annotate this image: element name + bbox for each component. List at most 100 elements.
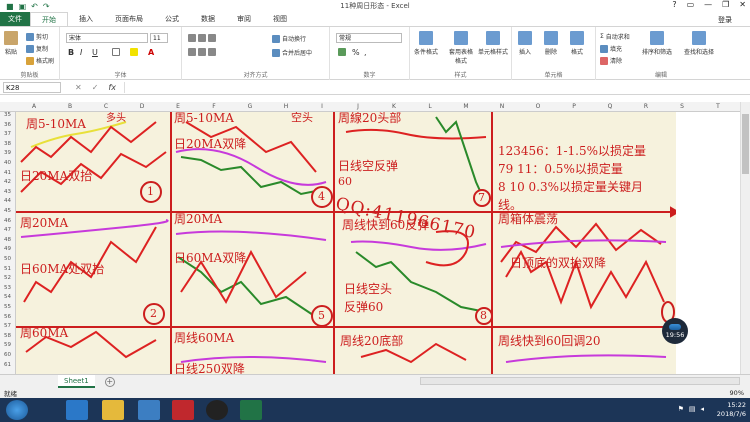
formula-input[interactable]	[123, 82, 750, 93]
column-header[interactable]: O	[520, 102, 556, 112]
find-select-button[interactable]: 查找和选择	[684, 31, 714, 56]
row-header[interactable]: 37	[0, 131, 15, 137]
fill-button[interactable]: 填充	[600, 44, 622, 53]
vertical-scrollbar[interactable]	[740, 102, 750, 374]
column-header[interactable]: Q	[592, 102, 628, 112]
column-header[interactable]: R	[628, 102, 664, 112]
border-button[interactable]	[112, 48, 120, 56]
row-header[interactable]: 61	[0, 362, 15, 368]
row-header[interactable]: 57	[0, 323, 15, 329]
cancel-icon[interactable]: ✕	[75, 83, 82, 92]
row-header[interactable]: 36	[0, 122, 15, 128]
save-icon[interactable]: ▣	[19, 2, 27, 11]
conditional-format-button[interactable]: 条件格式	[414, 31, 438, 56]
font-name-select[interactable]: 宋体	[66, 33, 148, 43]
paste-button[interactable]: 粘贴	[4, 31, 18, 56]
insert-cells-button[interactable]: 插入	[518, 31, 532, 56]
format-painter-button[interactable]: 格式刷	[26, 56, 54, 65]
sort-filter-button[interactable]: 排序和筛选	[642, 31, 672, 56]
format-as-table-button[interactable]: 套用表格格式	[448, 31, 474, 65]
tab-page-layout[interactable]: 页面布局	[104, 12, 154, 26]
column-header[interactable]: E	[160, 102, 196, 112]
row-header[interactable]: 40	[0, 160, 15, 166]
tab-file[interactable]: 文件	[0, 12, 30, 26]
tab-review[interactable]: 审阅	[226, 12, 262, 26]
column-header[interactable]: S	[664, 102, 700, 112]
cell-styles-button[interactable]: 单元格样式	[478, 31, 508, 56]
pasted-chart-image[interactable]: 周5-10MA 多头 日20MA双抬 1 周5-10MA 空头 日20MA双降 …	[16, 112, 676, 374]
column-header[interactable]: P	[556, 102, 592, 112]
comma-button[interactable]: ,	[364, 48, 367, 57]
bold-button[interactable]: B	[68, 48, 74, 57]
close-button[interactable]: ✕	[739, 0, 746, 9]
enter-icon[interactable]: ✓	[92, 83, 99, 92]
font-size-select[interactable]: 11	[150, 33, 168, 43]
column-header[interactable]: T	[700, 102, 736, 112]
font-color-button[interactable]: A	[148, 48, 154, 57]
number-format-select[interactable]: 常规	[336, 33, 402, 43]
clock[interactable]: 15:22 2018/7/6	[717, 401, 746, 419]
qq-icon[interactable]	[206, 400, 228, 420]
scroll-thumb[interactable]	[742, 114, 749, 174]
column-header[interactable]: C	[88, 102, 124, 112]
redo-icon[interactable]: ↷	[43, 2, 50, 11]
row-header[interactable]: 45	[0, 208, 15, 214]
row-header[interactable]: 47	[0, 227, 15, 233]
fill-color-button[interactable]	[130, 48, 138, 56]
copy-button[interactable]: 复制	[26, 44, 48, 53]
insert-function-icon[interactable]: fx	[108, 83, 116, 92]
row-header[interactable]: 49	[0, 246, 15, 252]
help-button[interactable]: ?	[672, 0, 676, 9]
column-header[interactable]: M	[448, 102, 484, 112]
align-left-button[interactable]	[188, 48, 216, 56]
add-sheet-button[interactable]: +	[104, 376, 115, 387]
column-header[interactable]: F	[196, 102, 232, 112]
italic-button[interactable]: I	[80, 48, 82, 57]
minimize-button[interactable]: —	[704, 0, 712, 9]
explorer-icon[interactable]	[102, 400, 124, 420]
column-header[interactable]: L	[412, 102, 448, 112]
wrap-text-button[interactable]: 自动换行	[272, 34, 306, 43]
row-header[interactable]: 46	[0, 218, 15, 224]
delete-cells-button[interactable]: 删除	[544, 31, 558, 56]
sheet-tab[interactable]: Sheet1	[58, 375, 95, 388]
cut-button[interactable]: 剪切	[26, 32, 48, 41]
format-cells-button[interactable]: 格式	[570, 31, 584, 56]
row-header[interactable]: 48	[0, 237, 15, 243]
tab-view[interactable]: 视图	[262, 12, 298, 26]
app-icon[interactable]	[138, 400, 160, 420]
row-header[interactable]: 35	[0, 112, 15, 118]
row-header[interactable]: 39	[0, 150, 15, 156]
column-header[interactable]: I	[304, 102, 340, 112]
restore-button[interactable]: ❐	[722, 0, 729, 9]
sign-in-link[interactable]: 登录	[718, 15, 732, 25]
ie-icon[interactable]	[66, 400, 88, 420]
percent-button[interactable]: %	[352, 48, 360, 57]
row-header[interactable]: 52	[0, 275, 15, 281]
wh6-icon[interactable]	[172, 400, 194, 420]
column-header[interactable]: B	[52, 102, 88, 112]
row-header[interactable]: 42	[0, 179, 15, 185]
currency-button[interactable]	[338, 48, 346, 56]
column-header[interactable]: D	[124, 102, 160, 112]
row-header[interactable]: 55	[0, 304, 15, 310]
column-header[interactable]: J	[340, 102, 376, 112]
horizontal-scrollbar[interactable]	[420, 377, 740, 385]
worksheet-grid[interactable]: 周5-10MA 多头 日20MA双抬 1 周5-10MA 空头 日20MA双降 …	[16, 112, 740, 374]
column-header[interactable]: A	[16, 102, 52, 112]
row-header[interactable]: 41	[0, 170, 15, 176]
row-header[interactable]: 50	[0, 256, 15, 262]
row-header[interactable]: 44	[0, 198, 15, 204]
align-top-button[interactable]	[188, 34, 216, 42]
row-header[interactable]: 56	[0, 314, 15, 320]
column-header[interactable]: G	[232, 102, 268, 112]
column-header[interactable]: H	[268, 102, 304, 112]
undo-icon[interactable]: ↶	[31, 2, 38, 11]
row-header[interactable]: 51	[0, 266, 15, 272]
row-header[interactable]: 54	[0, 294, 15, 300]
ribbon-display-button[interactable]: ▭	[687, 0, 695, 9]
row-header[interactable]: 58	[0, 333, 15, 339]
merge-center-button[interactable]: 合并后居中	[272, 48, 312, 57]
row-header[interactable]: 53	[0, 285, 15, 291]
autosum-button[interactable]: Σ 自动求和	[600, 32, 630, 41]
